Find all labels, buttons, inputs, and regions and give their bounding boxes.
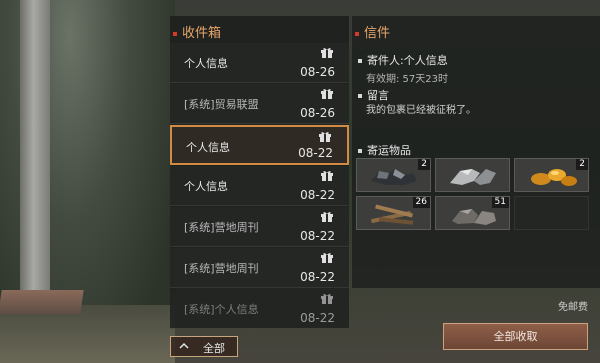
mail-subject: [系统]营地周刊 [184, 262, 259, 275]
item-count: 2 [418, 159, 430, 170]
background-pole-base [0, 290, 84, 314]
gift-icon [321, 253, 333, 263]
mail-date: 08-22 [298, 146, 333, 160]
item-slot-ore[interactable] [435, 158, 510, 192]
claim-all-button[interactable]: 全部收取 [443, 323, 588, 350]
title-marker-icon [355, 31, 359, 36]
item-count: 26 [412, 197, 430, 208]
list-item[interactable]: [系统]贸易联盟 08-26 [170, 84, 349, 124]
gift-icon [321, 89, 333, 99]
mail-subject: [系统]个人信息 [184, 303, 259, 316]
gift-icon [319, 132, 331, 142]
gift-icon [321, 171, 333, 181]
bullet-icon [358, 149, 362, 153]
item-count: 2 [576, 159, 588, 170]
mail-subject: 个人信息 [184, 180, 228, 193]
mail-subject: [系统]营地周刊 [184, 221, 259, 234]
item-slot-empty [514, 196, 589, 230]
list-item-selected[interactable]: 个人信息 08-22 [170, 125, 349, 165]
mail-date: 08-22 [300, 311, 335, 325]
item-slot-stone[interactable]: 51 [435, 196, 510, 230]
item-slot-scrap[interactable]: 2 [356, 158, 431, 192]
list-item[interactable]: [系统]个人信息 08-22 [170, 289, 349, 329]
item-slot-wood[interactable]: 26 [356, 196, 431, 230]
inbox-title: 收件箱 [173, 22, 221, 41]
metal-ore-icon [450, 169, 496, 185]
list-item[interactable]: [系统]营地周刊 08-22 [170, 207, 349, 247]
item-count: 51 [491, 197, 509, 208]
gold-nugget-icon [531, 169, 577, 186]
list-item[interactable]: 个人信息 08-22 [170, 166, 349, 206]
mail-subject: 个人信息 [184, 57, 228, 70]
gift-icon [321, 212, 333, 222]
mail-date: 08-22 [300, 270, 335, 284]
background-pole [20, 0, 50, 305]
mail-date: 08-26 [300, 106, 335, 120]
sender: 寄件人:个人信息 [358, 52, 448, 68]
bullet-icon [358, 94, 362, 98]
mail-date: 08-26 [300, 65, 335, 79]
free-postage-label: 免邮费 [558, 302, 588, 313]
expiry: 有效期: 57天23时 [366, 74, 448, 85]
letter-title: 信件 [355, 22, 390, 41]
message-body: 我的包裹已经被征税了。 [366, 105, 476, 116]
scrap-metal-icon [371, 169, 417, 185]
chevron-up-icon [179, 342, 189, 349]
list-item[interactable]: 个人信息 08-26 [170, 43, 349, 83]
filter-all-button[interactable]: 全部 [170, 336, 238, 357]
mail-date: 08-22 [300, 229, 335, 243]
list-item[interactable]: [系统]营地周刊 08-22 [170, 248, 349, 288]
item-slot-gold[interactable]: 2 [514, 158, 589, 192]
mail-subject: 个人信息 [186, 141, 230, 154]
items-title: 寄运物品 [358, 142, 411, 158]
mail-subject: [系统]贸易联盟 [184, 98, 259, 111]
filter-all-label: 全部 [203, 342, 225, 355]
title-marker-icon [173, 31, 177, 36]
mail-date: 08-22 [300, 188, 335, 202]
mail-list[interactable]: 个人信息 08-26 [系统]贸易联盟 08-26 个人信息 08-22 个人信… [170, 43, 349, 330]
gift-icon [321, 48, 333, 58]
bullet-icon [358, 59, 362, 63]
gift-icon [321, 294, 333, 304]
